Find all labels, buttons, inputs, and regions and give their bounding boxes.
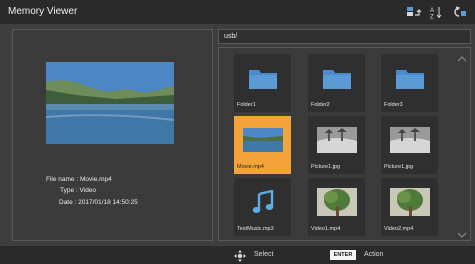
return-icon[interactable] bbox=[452, 5, 468, 19]
grid-item-label: Folder2 bbox=[311, 102, 330, 108]
preview-panel: File name : Movie.mp4 Type : Video Date … bbox=[12, 29, 213, 241]
music-note-icon bbox=[237, 181, 288, 223]
title-bar: Memory Viewer A Z bbox=[0, 0, 475, 24]
grid-item-picture1b[interactable]: Picture1.jpg bbox=[381, 116, 438, 174]
grid-item-picture1[interactable]: Picture1.jpg bbox=[308, 116, 365, 174]
select-hint: Select bbox=[254, 251, 274, 258]
date-value: 2017/01/18 14:50:25 bbox=[78, 199, 138, 206]
type-row: Type : Video bbox=[60, 187, 96, 194]
video-thumbnail bbox=[384, 181, 435, 223]
grid-item-folder2[interactable]: Folder2 bbox=[308, 54, 365, 112]
grid-item-label: TestMusic.mp3 bbox=[237, 226, 274, 232]
grid-item-folder1[interactable]: Folder1 bbox=[234, 54, 291, 112]
file-grid: Folder1 Folder2 Folder3 Movie.mp4 Pictur… bbox=[218, 47, 471, 241]
scroll-up-icon[interactable] bbox=[456, 51, 468, 62]
video-thumbnail bbox=[311, 181, 362, 223]
sort-icon[interactable]: A Z bbox=[430, 5, 442, 19]
dpad-icon bbox=[234, 249, 246, 264]
storage-switch-icon[interactable] bbox=[406, 5, 422, 19]
svg-text:Z: Z bbox=[430, 14, 434, 19]
scroll-down-icon[interactable] bbox=[456, 227, 468, 238]
grid-item-label: Folder3 bbox=[384, 102, 403, 108]
grid-item-testmusic[interactable]: TestMusic.mp3 bbox=[234, 178, 291, 236]
grid-item-label: Picture1.jpg bbox=[384, 164, 414, 170]
file-name-value: Movie.mp4 bbox=[79, 176, 112, 183]
video-thumbnail bbox=[237, 119, 288, 161]
date-row: Date : 2017/01/18 14:50:25 bbox=[59, 199, 138, 206]
folder-icon bbox=[237, 57, 288, 99]
footer-hints: Select ENTER Action bbox=[0, 246, 475, 264]
action-hint: Action bbox=[364, 251, 384, 258]
date-label: Date : bbox=[59, 199, 77, 206]
type-label: Type : bbox=[60, 187, 78, 194]
grid-item-video1[interactable]: Video1.mp4 bbox=[308, 178, 365, 236]
grid-item-label: Folder1 bbox=[237, 102, 256, 108]
grid-item-video2[interactable]: Video2.mp4 bbox=[381, 178, 438, 236]
folder-icon bbox=[384, 57, 435, 99]
current-path: usb/ bbox=[224, 33, 238, 40]
grid-item-label: Movie.mp4 bbox=[237, 164, 264, 170]
svg-text:A: A bbox=[430, 8, 434, 14]
grid-item-movie[interactable]: Movie.mp4 bbox=[234, 116, 291, 174]
grid-item-label: Picture1.jpg bbox=[311, 164, 341, 170]
file-name-row: File name : Movie.mp4 bbox=[46, 176, 112, 183]
grid-item-label: Video1.mp4 bbox=[311, 226, 341, 232]
photo-thumbnail bbox=[384, 119, 435, 161]
photo-thumbnail bbox=[311, 119, 362, 161]
grid-item-folder3[interactable]: Folder3 bbox=[381, 54, 438, 112]
folder-icon bbox=[311, 57, 362, 99]
file-name-label: File name : bbox=[46, 176, 79, 183]
scrollbar[interactable] bbox=[456, 49, 468, 239]
grid-item-label: Video2.mp4 bbox=[384, 226, 414, 232]
app-title: Memory Viewer bbox=[8, 6, 78, 17]
preview-thumbnail bbox=[46, 62, 174, 144]
path-bar: usb/ bbox=[218, 29, 471, 44]
type-value: Video bbox=[79, 187, 97, 194]
enter-key-badge: ENTER bbox=[330, 250, 356, 260]
